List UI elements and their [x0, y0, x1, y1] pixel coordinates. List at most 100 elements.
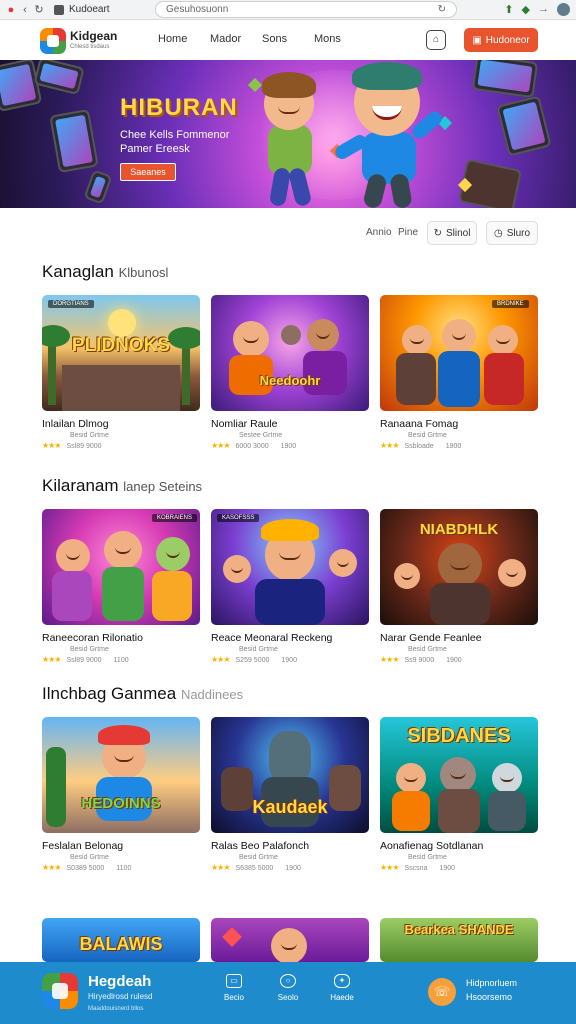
game-stats: ★★★ S0389 5000 1100 — [42, 863, 200, 872]
game-category: Besid Grtme — [70, 646, 109, 653]
game-card[interactable]: DORGTIANS PLIDNOKS Inlailan Dlmog Besid … — [42, 295, 200, 450]
hero-banner[interactable]: HIBURAN Chee Kells Fommenor Pamer Ereesk… — [0, 60, 576, 208]
filter-button-a-label: Slinol — [445, 227, 471, 239]
game-card[interactable]: BALAWIS — [42, 918, 200, 962]
game-title[interactable]: Aonafienag Sotdlanan — [380, 840, 538, 852]
rating-stars-icon: ★★★ — [211, 441, 230, 450]
game-stat-primary: Ssbloade — [404, 443, 434, 450]
game-card[interactable]: KASOFSSS Reace Meonaral Reckeng Besid Gr… — [211, 509, 369, 664]
bottom-nav-item-haede[interactable]: ✦ Haede — [322, 974, 362, 1002]
game-stat-secondary: 1900 — [285, 865, 301, 872]
address-bar[interactable]: Gesuhosuonn ↻ — [155, 1, 457, 18]
game-thumbnail[interactable] — [211, 918, 369, 962]
game-card[interactable]: NIABDHLK Narar Gende Feanlee Besid Grtme… — [380, 509, 538, 664]
game-title[interactable]: Narar Gende Feanlee — [380, 632, 538, 644]
thumbnail-title-art: NIABDHLK — [419, 521, 499, 538]
browser-toolbar: ● ‹ ↻ Kudoeart Gesuhosuonn ↻ ⬆ ◆ → — [0, 0, 576, 20]
nav-link-mons[interactable]: Mons — [314, 33, 366, 45]
game-stats: ★★★ 6000 3000 1900 — [211, 441, 369, 450]
filter-label-a[interactable]: Annio — [366, 227, 392, 238]
game-title[interactable]: Feslalan Belonag — [42, 840, 200, 852]
browser-tab[interactable]: Kudoeart — [54, 4, 110, 15]
game-stats: ★★★ Ssl89 9000 1100 — [42, 655, 200, 664]
game-stat-primary: S6385 5000 — [235, 865, 274, 872]
game-category: Besid Grtme — [239, 646, 278, 653]
game-card[interactable]: SIBDANES Aonafienag Sotdlanan Besid Grtm… — [380, 717, 538, 872]
game-thumbnail[interactable]: BRDNIKE — [380, 295, 538, 411]
game-thumbnail[interactable]: HEDOINNS — [42, 717, 200, 833]
game-title[interactable]: Ralas Beo Palafonch — [211, 840, 369, 852]
game-card[interactable]: KOBRAIENS Raneecoran Rilonatio Besid Grt… — [42, 509, 200, 664]
thumbnail-title-art: BALAWIS — [79, 934, 163, 954]
search-icon: ○ — [280, 974, 296, 988]
game-card[interactable]: BRDNIKE Ranaana Fomag Besid Grtme ★★★ Ssb… — [380, 295, 538, 450]
close-tab-icon[interactable]: ● — [4, 4, 18, 16]
extension-icon[interactable]: ◆ — [522, 3, 530, 16]
nav-link-sons[interactable]: Sons — [262, 33, 314, 45]
game-thumbnail[interactable]: KOBRAIENS — [42, 509, 200, 625]
rating-stars-icon: ★★★ — [42, 441, 61, 450]
hero-button[interactable]: Saeanes — [120, 163, 176, 181]
game-stats: ★★★ Ssl89 9000 — [42, 441, 200, 450]
thumbnail-title-art: PLIDNOKS — [71, 335, 171, 356]
contact-icon[interactable]: ☏ — [428, 978, 456, 1006]
footer-logo-icon[interactable] — [42, 973, 78, 1009]
bottom-nav-label: Seolo — [277, 993, 299, 1002]
filter-button-a[interactable]: ↻ Slinol — [427, 221, 477, 245]
game-title[interactable]: Nomliar Raule — [211, 418, 369, 430]
main-nav: Home Mador Sons Mons — [158, 33, 366, 45]
brand[interactable]: Kidgean Chlesd tisdaus — [70, 29, 117, 50]
thumbnail-title-art: HEDOINNS — [81, 795, 161, 812]
footer-brand[interactable]: Hegdeah — [88, 973, 151, 990]
notification-icon[interactable]: ⌂ — [426, 30, 446, 50]
game-thumbnail[interactable]: Bearkea SHANDE — [380, 918, 538, 962]
rating-stars-icon: ★★★ — [42, 863, 61, 872]
game-stat-primary: Ssl89 9000 — [66, 443, 102, 450]
phone-illustration — [49, 108, 99, 174]
game-stat-primary: Ss9 9000 — [404, 657, 435, 664]
thumbnail-title-art: SIBDANES — [407, 725, 511, 747]
thumbnail-title-art: Kaudaek — [252, 797, 328, 817]
game-card[interactable]: Kaudaek Ralas Beo Palafonch Besid Grtme … — [211, 717, 369, 872]
game-card[interactable]: HEDOINNS Feslalan Belonag Besid Grtme ★★… — [42, 717, 200, 872]
filter-label-b[interactable]: Pine — [398, 227, 418, 238]
profile-avatar-icon[interactable] — [557, 3, 570, 16]
section-title-1: Kanaglan Klbunosl — [42, 262, 168, 282]
game-title[interactable]: Inlailan Dlmog — [42, 418, 200, 430]
forward-icon[interactable]: → — [538, 3, 549, 16]
bookmark-icon[interactable]: ⬆ — [504, 3, 513, 16]
header-cta-button[interactable]: ▣ Hudoneor — [464, 28, 538, 52]
controller-icon: ✦ — [334, 974, 350, 988]
nav-link-home[interactable]: Home — [158, 33, 210, 45]
game-category: Besid Grtme — [408, 432, 447, 439]
game-thumbnail[interactable]: BALAWIS — [42, 918, 200, 962]
game-thumbnail[interactable]: DORGTIANS PLIDNOKS — [42, 295, 200, 411]
bottom-nav-item-seolo[interactable]: ○ Seolo — [268, 974, 308, 1002]
game-thumbnail[interactable]: KASOFSSS — [211, 509, 369, 625]
refresh-icon[interactable]: ↻ — [438, 4, 446, 15]
reload-icon[interactable]: ↻ — [32, 3, 46, 16]
thumbnail-tag: KASOFSSS — [217, 514, 260, 522]
nav-link-mador[interactable]: Mador — [210, 33, 262, 45]
bottom-nav-item-becio[interactable]: ▭ Becio — [214, 974, 254, 1002]
game-thumbnail[interactable]: SIBDANES — [380, 717, 538, 833]
contact-text[interactable]: Hidpnorluem Hsoorsemo — [466, 976, 517, 1004]
game-title[interactable]: Ranaana Fomag — [380, 418, 538, 430]
cta-label: Hudoneor — [485, 34, 530, 46]
back-icon[interactable]: ‹ — [18, 4, 32, 16]
game-thumbnail[interactable]: Kaudaek — [211, 717, 369, 833]
brand-logo-icon[interactable] — [40, 28, 66, 54]
game-category: Besid Grtme — [239, 854, 278, 861]
filter-button-b[interactable]: ◷ Sluro — [486, 221, 538, 245]
game-title[interactable]: Reace Meonaral Reckeng — [211, 632, 369, 644]
game-thumbnail[interactable]: NIABDHLK — [380, 509, 538, 625]
game-card[interactable] — [211, 918, 369, 962]
game-card[interactable]: Needoohr Nomliar Raule Sestee Grtme ★★★ 6… — [211, 295, 369, 450]
game-stat-primary: 6000 3000 — [235, 443, 269, 450]
section-3-title: Ilnchbag Ganmea — [42, 684, 177, 703]
handheld-illustration — [33, 60, 85, 96]
game-title[interactable]: Raneecoran Rilonatio — [42, 632, 200, 644]
game-card[interactable]: Bearkea SHANDE — [380, 918, 538, 962]
game-thumbnail[interactable]: Needoohr — [211, 295, 369, 411]
thumbnail-title-art: Needoohr — [259, 373, 321, 388]
